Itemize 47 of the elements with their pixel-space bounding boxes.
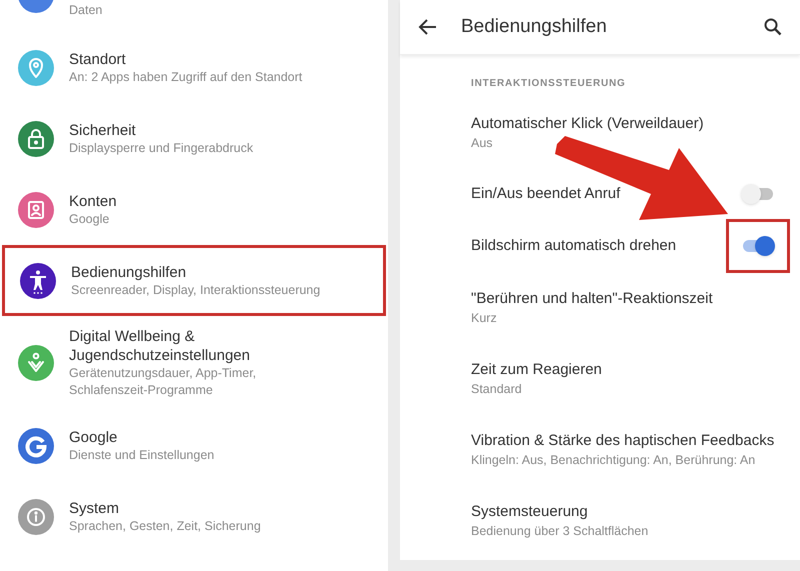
back-arrow-icon[interactable] (418, 17, 438, 37)
setting-row[interactable]: Bildschirm automatisch drehen (400, 220, 800, 272)
settings-item[interactable]: Google Dienste und Einstellungen (0, 410, 388, 481)
settings-item[interactable]: Standort An: 2 Apps haben Zugriff auf den Standort (0, 32, 388, 103)
setting-row[interactable]: Vibration & Stärke des haptischen Feedbacks Klingeln: Aus, Benachrichtigung: An, Berührung: An (400, 414, 800, 485)
item-subtitle: Dienste und Einstellungen (69, 446, 214, 464)
setting-row[interactable]: "Berühren und halten"-Reaktionszeit Kurz (400, 272, 800, 343)
settings-item[interactable]: System Sprachen, Gesten, Zeit, Sicherung (0, 481, 388, 552)
setting-row[interactable]: Ein/Aus beendet Anruf (400, 168, 800, 220)
setting-row[interactable]: Systemsteuerung Bedienung über 3 Schaltflächen (400, 485, 800, 556)
setting-row[interactable]: Zeit zum Reagieren Standard (400, 343, 800, 414)
setting-title: Automatischer Klick (Verweildauer) (471, 114, 705, 134)
item-subtitle: An: 2 Apps haben Zugriff auf den Standort (69, 68, 302, 86)
setting-subtitle: Klingeln: Aus, Benachrichtigung: An, Berührung: An (471, 452, 756, 468)
item-title: Digital Wellbeing & Jugendschutzeinstellungen (69, 327, 251, 365)
setting-title: Ein/Aus beendet Anruf (471, 184, 620, 204)
setting-title: Zeit zum Reagieren (471, 360, 603, 380)
setting-subtitle: Aus (471, 134, 494, 152)
setting-row[interactable]: Automatischer Klick (Verweildauer) Aus (400, 97, 800, 168)
setting-title: Vibration & Stärke des haptischen Feedbacks (471, 430, 776, 450)
item-title: System (69, 498, 120, 518)
setting-title: Systemsteuerung (471, 502, 589, 522)
setting-title: "Berühren und halten"-Reaktionszeit (471, 288, 714, 308)
item-title: Konten (69, 192, 117, 210)
screen-title: Bedienungshilfen (461, 14, 608, 39)
item-title: Sicherheit (69, 120, 137, 140)
item-subtitle: Sprachen, Gesten, Zeit, Sicherung (69, 518, 261, 534)
highlighted-settings-item[interactable]: Bedienungshilfen Screenreader, Display, Interaktionssteuerung (2, 245, 386, 316)
item-subtitle: Displaysperre und Fingerabdruck (69, 140, 254, 156)
setting-subtitle: Kurz (471, 310, 498, 326)
settings-item[interactable]: Konten Google (0, 174, 388, 245)
settings-item[interactable]: Sicherheit Displaysperre und Fingerabdruck (0, 103, 388, 174)
toggle-switch[interactable] (741, 184, 775, 204)
toggle-switch[interactable] (741, 236, 775, 256)
item-subtitle: Google (69, 210, 110, 228)
search-icon[interactable] (764, 18, 782, 36)
item-subtitle: Gerätenutzungsdauer, App-Timer, Schlafenszeit-Programme (69, 365, 258, 399)
setting-subtitle: Bedienung über 3 Schaltflächen (471, 522, 650, 540)
item-subtitle: Screenreader, Display, Interaktionssteuerung (71, 282, 320, 298)
setting-subtitle: Standard (471, 380, 523, 398)
settings-item[interactable]: Digital Wellbeing & Jugendschutzeinstellungen Gerätenutzungsdauer, App-Timer, Schlafenszeit-Programme (0, 316, 388, 410)
setting-title: Bildschirm automatisch drehen (471, 236, 676, 256)
item-title: Bedienungshilfen (71, 262, 188, 282)
section-header: INTERAKTIONSSTEUERUNG (470, 77, 627, 91)
item-title: Google (69, 428, 118, 446)
item-subtitle: Daten (69, 2, 102, 18)
item-title: Standort (69, 50, 127, 68)
